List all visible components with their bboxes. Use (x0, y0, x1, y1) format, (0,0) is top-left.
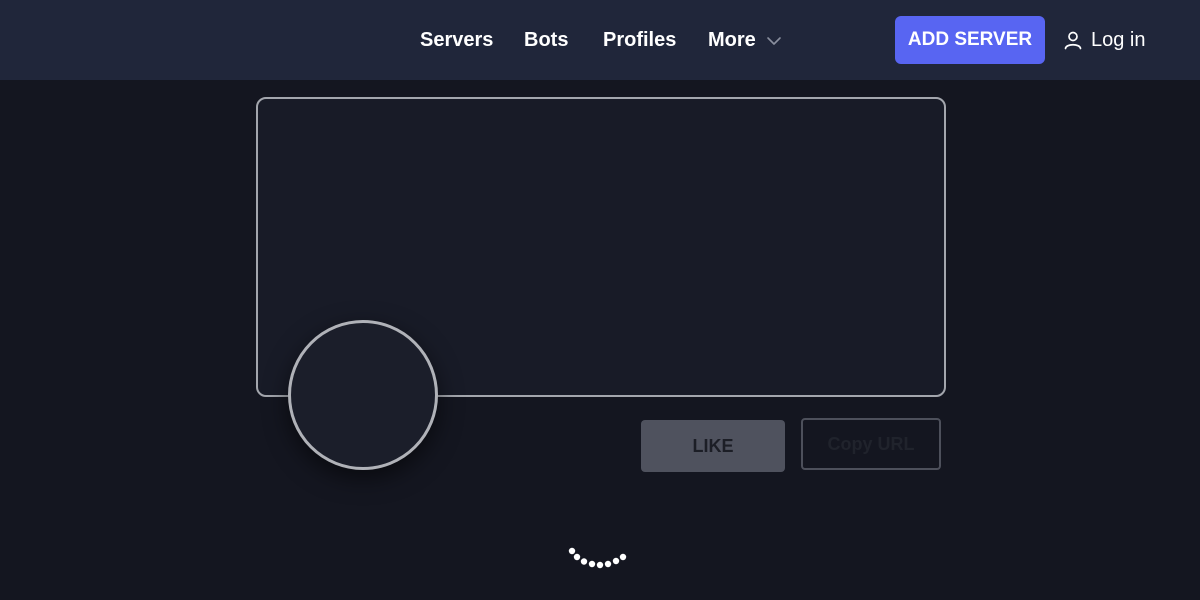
add-server-button[interactable]: ADD SERVER (895, 16, 1045, 64)
nav-more-dropdown[interactable]: More (708, 0, 782, 80)
loading-spinner-icon (568, 547, 627, 569)
nav-more-label: More (708, 28, 756, 51)
nav-servers[interactable]: Servers (420, 0, 493, 80)
profile-avatar (288, 320, 438, 470)
nav-profiles-label: Profiles (603, 28, 677, 51)
top-navigation-bar: Servers Bots Profiles More ADD SERVER Lo… (0, 0, 1200, 80)
user-icon (1064, 31, 1082, 50)
login-label: Log in (1091, 28, 1146, 51)
nav-servers-label: Servers (420, 28, 494, 51)
chevron-down-icon (766, 32, 782, 48)
nav-bots[interactable]: Bots (524, 0, 568, 80)
like-button[interactable]: LIKE (641, 420, 785, 472)
login-link[interactable]: Log in (1063, 0, 1146, 80)
copy-url-button[interactable]: Copy URL (801, 418, 941, 470)
nav-bots-label: Bots (524, 28, 569, 51)
nav-profiles[interactable]: Profiles (603, 0, 676, 80)
